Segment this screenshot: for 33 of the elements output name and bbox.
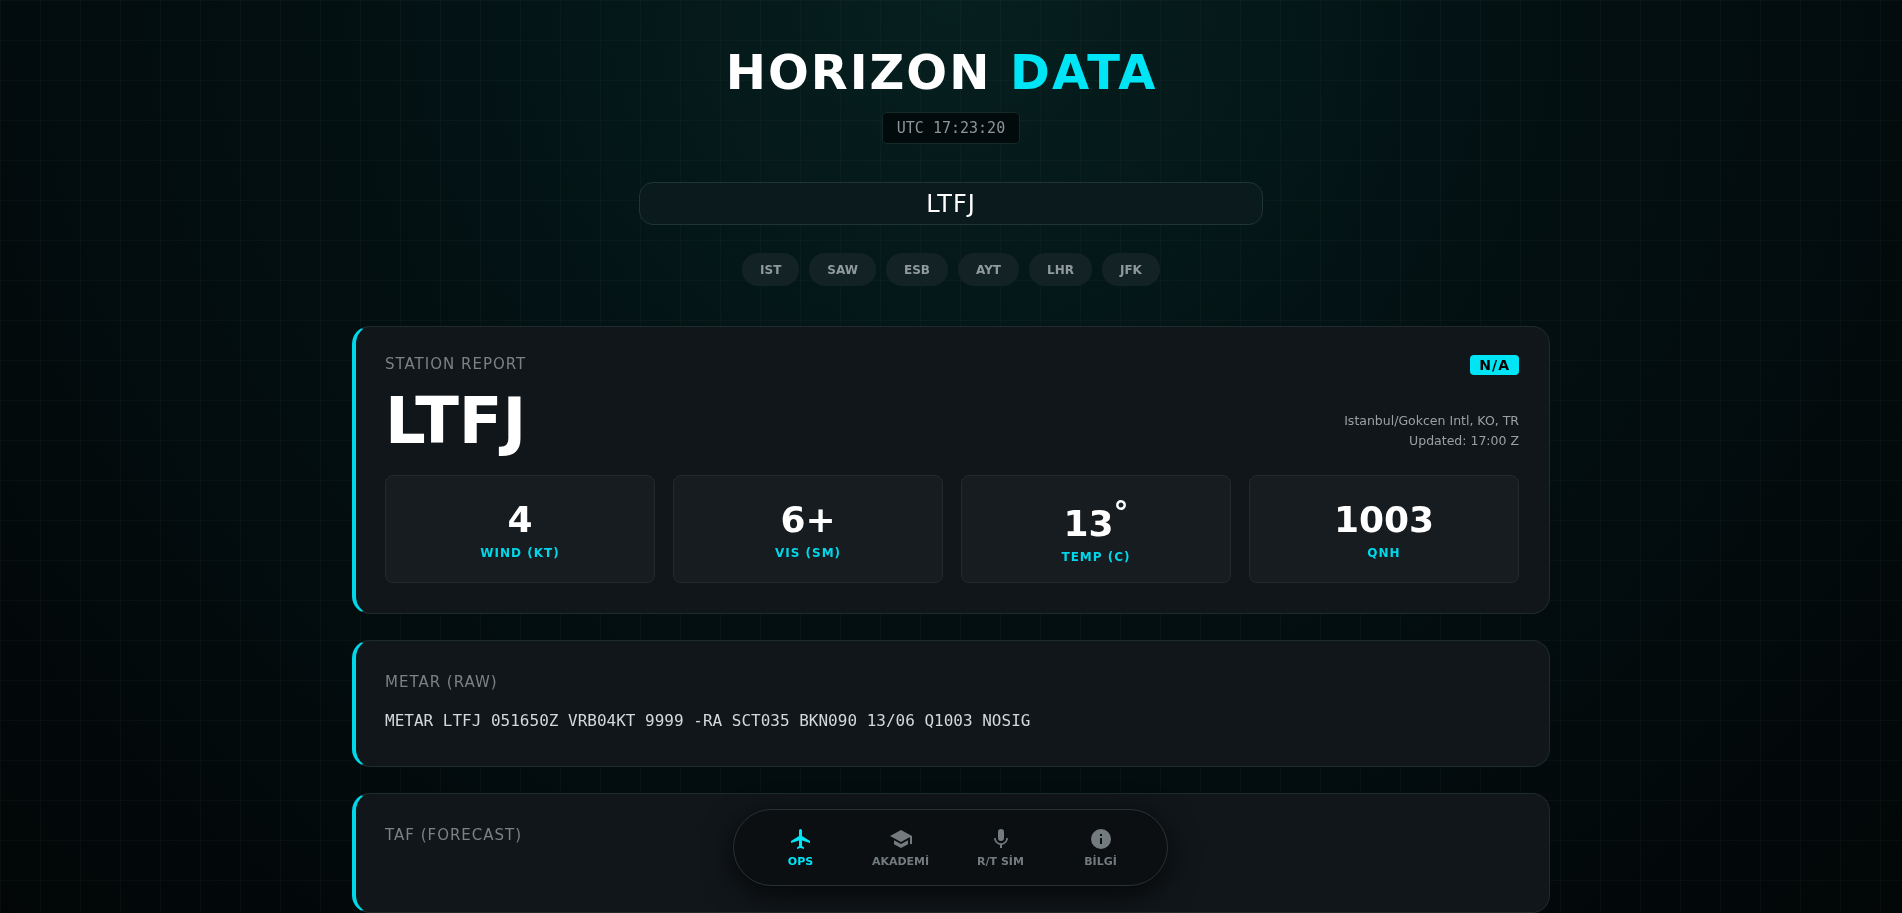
stat-label: VIS (SM) [774, 545, 842, 560]
app-title-word: HORIZON [725, 44, 992, 100]
info-icon [1088, 827, 1113, 851]
station-search-field[interactable]: LTFJ [639, 182, 1263, 225]
card-heading: STATION REPORT [385, 355, 527, 373]
nav-tab[interactable]: AKADEMİ [859, 826, 942, 869]
card-heading: TAF (FORECAST) [385, 826, 523, 844]
graduation-cap-icon [888, 827, 913, 851]
stat-value: 13$^{°}$ [1063, 494, 1129, 544]
stat-value: 6+ [780, 498, 836, 540]
stat-label: WIND (KT) [480, 545, 560, 560]
station-location: Istanbul/Gokcen Intl, KO, TR [1344, 412, 1519, 430]
stat-value: 4 [507, 498, 533, 540]
app-title-word: DATA [1010, 44, 1158, 100]
card-heading: METAR (RAW) [385, 673, 498, 691]
station-chip[interactable]: IST [742, 253, 800, 286]
station-chip[interactable]: SAW [809, 253, 876, 286]
stat-label: TEMP (C) [1061, 549, 1131, 564]
stat-value: 1003 [1333, 498, 1435, 540]
station-code: LTFJ [385, 383, 527, 460]
station-chip[interactable]: AYT [958, 253, 1019, 286]
utc-clock: UTC 17:23:20 [881, 112, 1021, 144]
status-badge: N/A [1470, 355, 1519, 375]
station-chip[interactable]: JFK [1101, 253, 1160, 286]
station-chip[interactable]: LHR [1029, 253, 1092, 286]
metar-text: METAR LTFJ 051650Z VRB04KT 9999 -RA SCT035 BKN090 13/06 Q1003 NOSIG [385, 711, 1032, 730]
updated-time: Updated: 17:00 Z [1409, 432, 1519, 450]
airplane-icon [788, 827, 813, 851]
nav-tab[interactable]: BİLGİ [1059, 826, 1142, 869]
station-chip[interactable]: ESB [886, 253, 948, 286]
stat-label: QNH [1367, 545, 1401, 560]
nav-tab[interactable]: OPS [759, 826, 842, 869]
nav-tab[interactable]: R/T SİM [959, 826, 1042, 869]
